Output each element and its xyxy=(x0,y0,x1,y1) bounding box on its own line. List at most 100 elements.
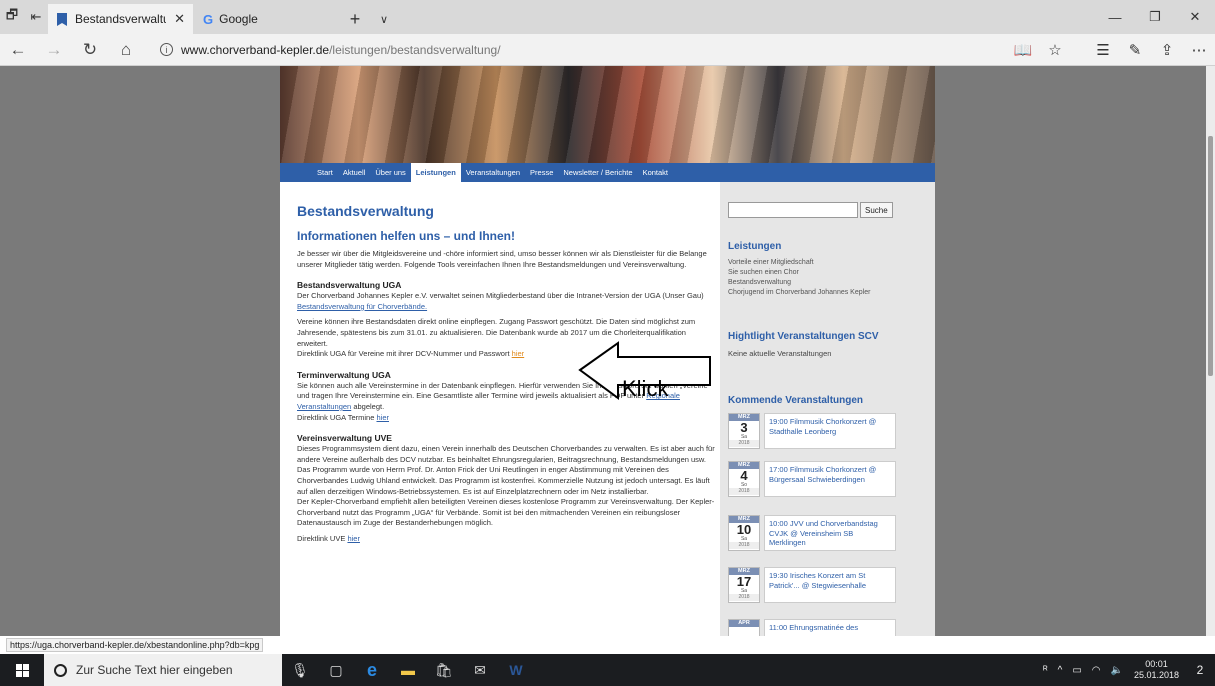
scrollbar-thumb[interactable] xyxy=(1208,136,1213,376)
windows-start-icon[interactable] xyxy=(0,654,44,686)
home-icon[interactable]: ⌂ xyxy=(108,34,144,66)
uga-bestandsverwaltung-link[interactable]: Bestandsverwaltung für Chorverbände. xyxy=(297,302,427,311)
close-tab-icon[interactable]: ✕ xyxy=(174,11,185,27)
event-text[interactable]: 19:00 Filmmusik Chorkonzert @ Stadthalle… xyxy=(764,413,896,449)
search-form: Suche xyxy=(728,202,927,218)
uga-hier-link[interactable]: hier xyxy=(512,349,525,358)
page-title: Bestandsverwaltung xyxy=(297,203,434,219)
tab-google[interactable]: G Google xyxy=(195,4,335,34)
uve-paragraph-2: Der Kepler-Chorverband empfiehlt allen b… xyxy=(297,497,715,528)
microphone-icon[interactable]: 🎙 xyxy=(282,654,318,686)
uga-heading: Bestandsverwaltung UGA xyxy=(297,280,402,291)
uve-paragraph-1: Dieses Programmsystem dient dazu, einen … xyxy=(297,444,715,496)
favorite-star-icon[interactable]: ☆ xyxy=(1039,34,1071,66)
event-item[interactable]: APR 11:00 Ehrungsmatinée des xyxy=(728,619,927,636)
reading-view-icon[interactable]: 📖 xyxy=(1007,34,1039,66)
maximize-icon[interactable]: ❐ xyxy=(1135,0,1175,34)
sidebar-link-chor-suchen[interactable]: Sie suchen einen Chor xyxy=(728,268,927,278)
address-bar[interactable]: i www.chorverband-kepler.de/leistungen/b… xyxy=(150,38,970,62)
share-icon[interactable]: ⇪ xyxy=(1151,34,1183,66)
mail-icon[interactable]: ✉ xyxy=(462,654,498,686)
search-button[interactable]: Suche xyxy=(860,202,893,218)
termin-direct-link-line: Direktlink UGA Termine hier xyxy=(297,412,389,422)
forward-icon[interactable]: → xyxy=(36,34,72,66)
tab-title: Google xyxy=(219,12,258,26)
event-text[interactable]: 19:30 Irisches Konzert am St Patrick'...… xyxy=(764,567,896,603)
uve-hier-link[interactable]: hier xyxy=(347,534,360,543)
file-explorer-icon[interactable]: ▬ xyxy=(390,654,426,686)
set-aside-tabs-icon[interactable]: ⇤ xyxy=(24,0,48,34)
people-icon[interactable]: ᴿ xyxy=(1038,665,1053,676)
favorites-hub-icon[interactable]: ☰ xyxy=(1087,34,1119,66)
screen: 🗗 ⇤ Bestandsverwaltung › C ✕ G Google + … xyxy=(0,0,1215,686)
main-content: Bestandsverwaltung Informationen helfen … xyxy=(297,182,717,636)
termine-hier-link[interactable]: hier xyxy=(376,413,389,422)
clock-date: 25.01.2018 xyxy=(1133,670,1179,680)
nav-start[interactable]: Start xyxy=(312,163,338,182)
uga-paragraph-1: Der Chorverband Johannes Kepler e.V. ver… xyxy=(297,291,704,311)
wifi-icon[interactable]: ◠ xyxy=(1087,665,1106,676)
clock-time: 00:01 xyxy=(1145,659,1168,669)
header-photo xyxy=(280,66,935,163)
refresh-icon[interactable]: ↻ xyxy=(72,34,108,66)
notification-center-icon[interactable]: 2 xyxy=(1185,654,1215,686)
navigation-bar: ← → ↻ ⌂ i www.chorverband-kepler.de/leis… xyxy=(0,34,1215,66)
cortana-icon xyxy=(54,663,67,677)
calendar-icon: APR xyxy=(728,619,760,636)
minimize-icon[interactable]: — xyxy=(1095,0,1135,34)
leistungen-heading: Leistungen xyxy=(728,241,782,252)
sidebar-link-bestandsverwaltung[interactable]: Bestandsverwaltung xyxy=(728,278,927,288)
event-text[interactable]: 10:00 JVV und Chorverbandstag CVJK @ Ver… xyxy=(764,515,896,551)
status-url: https://uga.chorverband-kepler.de/xbesta… xyxy=(6,638,264,652)
intro-text: Je besser wir über die Mitgleidsvereine … xyxy=(297,249,707,269)
close-window-icon[interactable]: ✕ xyxy=(1175,0,1215,34)
calendar-icon: MRZ 4 So 2018 xyxy=(728,461,760,497)
event-item[interactable]: MRZ 10 Sa 2018 10:00 JVV und Chorverband… xyxy=(728,515,927,557)
sidebar: Suche Leistungen Vorteile einer Mitglied… xyxy=(720,182,935,636)
taskbar-search[interactable]: Zur Suche Text hier eingeben xyxy=(44,654,282,686)
more-icon[interactable]: ⋯ xyxy=(1183,34,1215,66)
headline: Informationen helfen uns – und Ihnen! xyxy=(297,229,515,243)
nav-newsletter[interactable]: Newsletter / Berichte xyxy=(558,163,637,182)
address-path: /leistungen/bestandsverwaltung/ xyxy=(329,42,501,57)
nav-ueber-uns[interactable]: Über uns xyxy=(370,163,410,182)
tab-title: Bestandsverwaltung › C xyxy=(75,12,166,26)
task-view-icon[interactable]: ▢ xyxy=(318,654,354,686)
chevron-down-icon[interactable]: ∨ xyxy=(373,4,395,34)
store-icon[interactable]: 🛍 xyxy=(426,654,462,686)
web-note-icon[interactable]: ✎ xyxy=(1119,34,1151,66)
info-icon[interactable]: i xyxy=(160,43,173,56)
uve-heading: Vereinsverwaltung UVE xyxy=(297,433,392,444)
word-icon[interactable]: W xyxy=(498,654,534,686)
event-item[interactable]: MRZ 3 Sa 2018 19:00 Filmmusik Chorkonzer… xyxy=(728,413,927,455)
event-text[interactable]: 11:00 Ehrungsmatinée des xyxy=(764,619,896,636)
nav-presse[interactable]: Presse xyxy=(525,163,558,182)
tab-bestandsverwaltung[interactable]: Bestandsverwaltung › C ✕ xyxy=(48,4,193,34)
google-favicon-icon: G xyxy=(203,11,214,27)
tab-bar: 🗗 ⇤ Bestandsverwaltung › C ✕ G Google + … xyxy=(0,0,1215,34)
battery-icon[interactable]: ▭ xyxy=(1067,665,1086,676)
address-host: www.chorverband-kepler.de xyxy=(181,42,330,57)
nav-kontakt[interactable]: Kontakt xyxy=(638,163,673,182)
annotation-label: Klick xyxy=(622,376,669,401)
chevron-up-icon[interactable]: ^ xyxy=(1053,665,1068,676)
volume-icon[interactable]: 🔈 xyxy=(1106,665,1128,676)
new-tab-icon[interactable]: + xyxy=(337,4,373,34)
sidebar-link-chorjugend[interactable]: Chorjugend im Chorverband Johannes Keple… xyxy=(728,288,927,298)
main-navigation: Start Aktuell Über uns Leistungen Verans… xyxy=(280,163,935,182)
tab-preview-icon[interactable]: 🗗 xyxy=(0,0,24,34)
back-icon[interactable]: ← xyxy=(0,34,36,66)
taskbar: Zur Suche Text hier eingeben 🎙 ▢ e ▬ 🛍 ✉… xyxy=(0,654,1215,686)
sidebar-link-vorteile[interactable]: Vorteile einer Mitgliedschaft xyxy=(728,258,927,268)
nav-aktuell[interactable]: Aktuell xyxy=(338,163,371,182)
event-item[interactable]: MRZ 17 Sa 2018 19:30 Irisches Konzert am… xyxy=(728,567,927,609)
event-text[interactable]: 17:00 Filmmusik Chorkonzert @ Bürgersaal… xyxy=(764,461,896,497)
search-input[interactable] xyxy=(728,202,858,218)
edge-icon[interactable]: e xyxy=(354,654,390,686)
vertical-scrollbar[interactable] xyxy=(1206,66,1215,636)
nav-veranstaltungen[interactable]: Veranstaltungen xyxy=(461,163,525,182)
nav-leistungen[interactable]: Leistungen xyxy=(410,163,461,182)
site-favicon-icon xyxy=(57,12,67,26)
event-item[interactable]: MRZ 4 So 2018 17:00 Filmmusik Chorkonzer… xyxy=(728,461,927,503)
clock[interactable]: 00:01 25.01.2018 xyxy=(1128,659,1185,681)
